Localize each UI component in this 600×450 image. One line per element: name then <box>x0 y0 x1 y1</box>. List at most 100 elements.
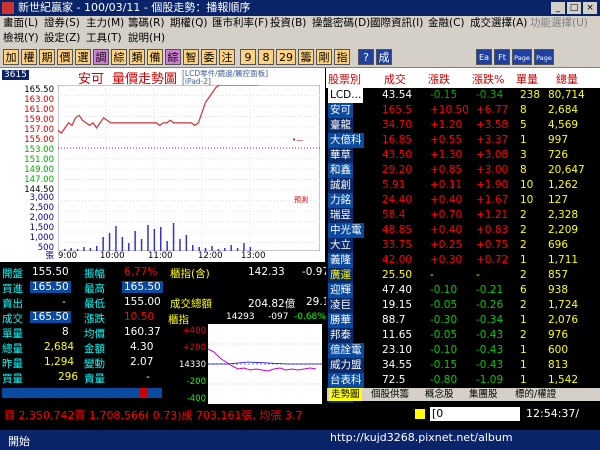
menu-item-screen[interactable]: 畫面(L) <box>3 16 38 31</box>
toolbar-button-23[interactable]: Ft <box>494 49 510 65</box>
menu-item-view[interactable]: 檢視(Y) <box>3 31 39 46</box>
window-title: 新世紀贏家 - 100/03/11 - 個股走勢：播報順序 <box>18 1 251 14</box>
toolbar-button-1[interactable]: 加 <box>3 49 19 65</box>
header-price[interactable]: 成交 <box>384 71 406 87</box>
toolbar-button-24[interactable]: Page <box>512 49 532 65</box>
table-row[interactable]: 邦泰 11.65 -0.05 -0.43 2 976 <box>326 328 600 343</box>
toolbar-button-20[interactable]: ? <box>358 49 374 65</box>
toolbar-button-12[interactable]: 委 <box>201 49 217 65</box>
menu-item-tools[interactable]: 工具(T) <box>86 31 122 46</box>
table-row[interactable]: 華草 43.50 +1.30 +3.08 3 726 <box>326 148 600 163</box>
table-row[interactable]: 義隆 42.00 +0.30 +0.72 1 1,711 <box>326 253 600 268</box>
start-button[interactable]: 開始 <box>8 433 30 449</box>
cell-price: 72.5 <box>382 374 406 386</box>
menu-item-forex[interactable]: 匯市利率(F) <box>212 16 268 31</box>
tab-trend[interactable]: 走勢圖 <box>329 388 362 401</box>
toolbar-button-10[interactable]: 綜 <box>165 49 181 65</box>
table-row[interactable]: 勝華 88.7 -0.30 -0.34 1 2,076 <box>326 313 600 328</box>
toolbar-button-18[interactable]: 剛 <box>316 49 332 65</box>
cell-vol: 857 <box>548 269 569 281</box>
minimize-button[interactable]: _ <box>551 2 565 14</box>
table-row[interactable]: LCD... 43.54 -0.15 -0.34 238 80,714 <box>326 88 600 103</box>
toolbar-button-2[interactable]: 權 <box>21 49 37 65</box>
cell-price: 23.10 <box>382 344 413 356</box>
menu-item-main[interactable]: 主力(M) <box>86 16 124 31</box>
toolbar-button-14[interactable]: 9 <box>240 49 256 65</box>
cell-pct: +1.21 <box>476 209 509 221</box>
toolbar-button-22[interactable]: Ea <box>476 49 492 65</box>
toolbar-button-8[interactable]: 類 <box>129 49 145 65</box>
table-row[interactable]: 安可 165.5 +10.50 +6.77 8 2,684 <box>326 103 600 118</box>
menu-item-settings[interactable]: 設定(Z) <box>44 31 80 46</box>
cell-unit: 8 <box>520 164 527 176</box>
menu-item-trade-select[interactable]: 成交選擇(A) <box>470 16 527 31</box>
table-row[interactable]: 凌巨 19.15 -0.05 -0.26 2 1,724 <box>326 298 600 313</box>
price-tick: 153.00 <box>24 145 54 155</box>
table-row[interactable]: 中光電 48.85 +0.40 +0.83 2 2,209 <box>326 223 600 238</box>
toolbar-button-13[interactable]: 注 <box>219 49 235 65</box>
table-row[interactable]: 大立 33.75 +0.25 +0.75 2 696 <box>326 238 600 253</box>
header-name[interactable]: 股票別 <box>328 71 361 87</box>
volume-bar <box>185 235 188 251</box>
menu-item-function[interactable]: 功能選擇(U) <box>530 16 588 31</box>
tab-concept[interactable]: 概念股 <box>425 388 454 401</box>
toolbar-button-6[interactable]: 調 <box>93 49 109 65</box>
menu-item-strategy[interactable]: 操盤密碼(D) <box>312 16 370 31</box>
cell-unit: 1 <box>520 344 527 356</box>
table-row[interactable]: 億詮電 23.10 -0.10 -0.43 1 600 <box>326 343 600 358</box>
cell-vol: 696 <box>548 239 569 251</box>
header-change-pct[interactable]: 漲跌% <box>472 71 504 87</box>
table-row[interactable]: 迎輝 47.40 -0.10 -0.21 6 938 <box>326 283 600 298</box>
cell-pct: -0.21 <box>476 284 504 296</box>
tab-group[interactable]: 集團股 <box>469 388 498 401</box>
volume-bar <box>128 243 130 251</box>
menu-item-futures[interactable]: 期權(Q) <box>170 16 207 31</box>
menu-item-intl[interactable]: 國際資訊(I) <box>370 16 423 31</box>
toolbar-button-7[interactable]: 綜 <box>111 49 127 65</box>
cell-pct: +0.72 <box>476 254 509 266</box>
toolbar-button-11[interactable]: 智 <box>183 49 199 65</box>
table-row[interactable]: 臺龍 34.70 +1.20 +3.58 5 4,569 <box>326 118 600 133</box>
toolbar-button-5[interactable]: 選 <box>75 49 91 65</box>
table-row[interactable]: 誠創 5.91 +0.11 +1.90 10 1,262 <box>326 178 600 193</box>
toolbar-button-9[interactable]: 備 <box>147 49 163 65</box>
menu-item-invest[interactable]: 投資(B) <box>270 16 306 31</box>
toolbar-button-25[interactable]: Page <box>534 49 554 65</box>
header-volume[interactable]: 總量 <box>556 71 578 87</box>
menu-item-securities[interactable]: 證券(S) <box>44 16 80 31</box>
table-row[interactable]: 廣運 25.50 - - 2 857 <box>326 268 600 283</box>
header-change[interactable]: 漲跌 <box>428 71 450 87</box>
table-row[interactable]: 台表科 72.5 -0.80 -1.09 1 1,542 <box>326 373 600 388</box>
watermark-url: http://kujd3268.pixnet.net/album <box>330 431 513 444</box>
close-button[interactable]: × <box>583 2 597 14</box>
header-unit[interactable]: 單量 <box>516 71 538 87</box>
tab-supply[interactable]: 個股供籌 <box>371 388 409 401</box>
tab-warrants[interactable]: 標的/權證 <box>515 388 556 401</box>
cell-name: 凌巨 <box>328 298 353 313</box>
toolbar-button-4[interactable]: 價 <box>57 49 73 65</box>
cell-price: 34.55 <box>382 359 413 371</box>
menu-item-help[interactable]: 說明(H) <box>128 31 165 46</box>
cell-price: 19.15 <box>382 299 413 311</box>
toolbar-button-17[interactable]: 籌 <box>298 49 314 65</box>
toolbar-button-19[interactable]: 指 <box>334 49 350 65</box>
menu-item-finance[interactable]: 金融(C) <box>428 16 465 31</box>
table-row[interactable]: 大億科 16.85 +0.55 +3.37 1 997 <box>326 133 600 148</box>
toolbar-button-3[interactable]: 期 <box>39 49 55 65</box>
volume-bar <box>160 227 162 251</box>
table-row[interactable]: 威力盟 34.55 -0.15 -0.43 1 813 <box>326 358 600 373</box>
menu-item-chips[interactable]: 籌碼(R) <box>128 16 165 31</box>
amt-label: 金額 <box>84 343 105 355</box>
maximize-button[interactable]: □ <box>567 2 581 14</box>
table-row[interactable]: 和鑫 29.20 +0.85 +3.00 8 20,647 <box>326 163 600 178</box>
toolbar-button-21[interactable]: 成 <box>376 49 392 65</box>
index-mini-chart <box>208 324 322 404</box>
svol-value: - <box>146 371 150 383</box>
price-volume-chart-panel: 3615 安可 量價走勢圖 [LCD零件/鏡邊/觸控面板] [iPad-2] 1… <box>0 68 325 262</box>
toolbar-button-15[interactable]: 8 <box>258 49 274 65</box>
table-row[interactable]: 力銘 24.40 +0.40 +1.67 10 127 <box>326 193 600 208</box>
table-row[interactable]: 瑞昱 58.4 +0.70 +1.21 2 2,328 <box>326 208 600 223</box>
cell-pct: +6.77 <box>476 104 509 116</box>
toolbar-button-16[interactable]: 29 <box>276 49 296 65</box>
mini-tick: +200 <box>182 343 206 353</box>
